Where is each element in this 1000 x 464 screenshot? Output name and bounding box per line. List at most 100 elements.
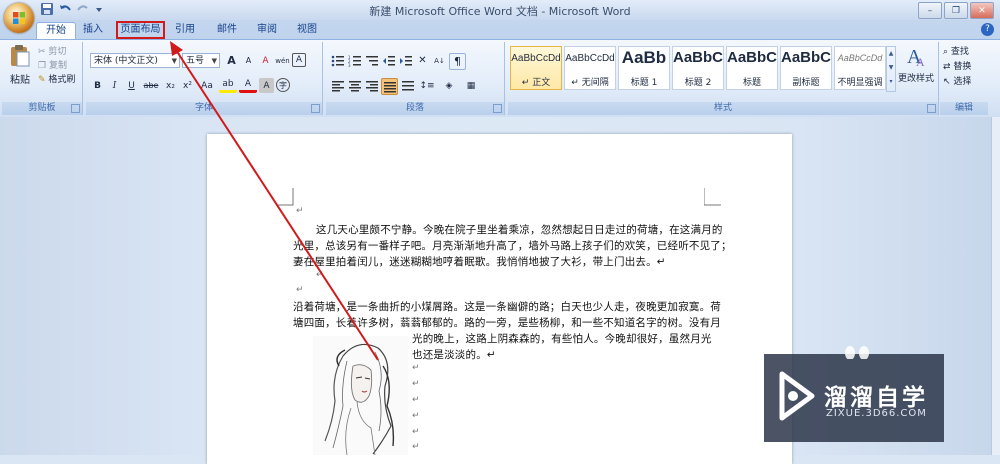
- change-styles-icon: AA: [907, 46, 925, 69]
- chinese-layout-icon[interactable]: ✕: [415, 53, 430, 68]
- style-subtle-emphasis[interactable]: AaBbCcDd 不明显强调: [834, 46, 886, 90]
- tab-insert[interactable]: 插入: [76, 22, 110, 38]
- doc-line-5[interactable]: 塘四面，长着许多树，蓊蓊郁郁的。路的一旁，是些杨柳，和一些不知道名字的树。没有月: [293, 315, 721, 330]
- tab-view[interactable]: 视图: [290, 22, 324, 38]
- distributed-icon[interactable]: [400, 78, 415, 93]
- subscript-button[interactable]: x₂: [163, 78, 178, 93]
- paste-button[interactable]: 粘贴: [7, 44, 33, 88]
- portrait-sketch-image[interactable]: [313, 336, 408, 455]
- change-case-button[interactable]: Aa: [197, 78, 217, 93]
- binoculars-icon: ⌕: [943, 47, 949, 57]
- doc-line-7[interactable]: 也还是淡淡的。↵: [412, 347, 496, 362]
- vertical-scrollbar[interactable]: [991, 117, 1000, 455]
- line-spacing-icon[interactable]: ↕≡: [417, 78, 437, 93]
- watermark-title: 溜溜自学: [824, 385, 928, 411]
- format-painter-button[interactable]: ✎ 格式刷: [38, 73, 75, 87]
- style-normal[interactable]: AaBbCcDd ↵ 正文: [510, 46, 562, 90]
- return-mark: ↵: [316, 270, 324, 280]
- find-button[interactable]: ⌕ 查找: [943, 45, 971, 60]
- doc-line-6[interactable]: 光的晚上，这路上阴森森的，有些怕人。今晚却很好，虽然月光: [412, 331, 712, 346]
- char-border-button[interactable]: A: [292, 53, 306, 67]
- brush-icon: ✎: [38, 75, 46, 85]
- clipboard-launcher-icon[interactable]: [71, 104, 80, 113]
- window-controls: – ❐ ✕: [918, 2, 994, 19]
- tab-page-layout[interactable]: 页面布局: [116, 21, 165, 39]
- style-heading-2[interactable]: AaBbC 标题 2: [672, 46, 724, 90]
- doc-line-2[interactable]: 光里，总该另有一番样子吧。月亮渐渐地升高了，墙外马路上孩子们的欢笑，已经听不见了…: [293, 238, 732, 253]
- font-color-button[interactable]: A: [239, 78, 257, 93]
- superscript-button[interactable]: x²: [180, 78, 195, 93]
- style-sample: AaBb: [621, 48, 667, 67]
- shrink-font-button[interactable]: A: [241, 53, 256, 68]
- shading-icon[interactable]: ◈: [439, 78, 459, 93]
- style-sample: AaBbCcDd: [565, 53, 615, 64]
- replace-icon: ⇄: [943, 62, 951, 72]
- tab-home[interactable]: 开始: [36, 22, 76, 39]
- chevron-down-icon: ▼: [211, 57, 217, 65]
- cursor-icon: ↖: [943, 77, 951, 87]
- cut-label: 剪切: [48, 47, 67, 57]
- window-title: 新建 Microsoft Office Word 文档 - Microsoft …: [369, 5, 631, 18]
- return-mark: ↵: [412, 442, 420, 452]
- style-subtitle[interactable]: AaBbC 副标题: [780, 46, 832, 90]
- tab-review[interactable]: 审阅: [250, 22, 284, 38]
- align-center-icon[interactable]: [347, 78, 362, 93]
- multilevel-list-icon[interactable]: [364, 53, 379, 68]
- watermark-badge: 溜溜自学 ZIXUE.3D66.COM: [764, 354, 944, 442]
- strikethrough-button[interactable]: abe: [141, 78, 161, 93]
- minimize-button[interactable]: –: [918, 2, 942, 19]
- clear-format-button[interactable]: A: [258, 53, 273, 68]
- paste-icon: [11, 45, 30, 67]
- close-button[interactable]: ✕: [970, 2, 994, 19]
- doc-line-4[interactable]: 沿着荷塘，是一条曲折的小煤屑路。这是一条幽僻的路；白天也少人走，夜晚更加寂寞。荷: [293, 299, 721, 314]
- char-shading-button[interactable]: A: [259, 78, 274, 93]
- font-name-select[interactable]: 宋体 (中文正文) ▼: [90, 53, 180, 68]
- tab-mailings[interactable]: 邮件: [210, 22, 244, 38]
- align-left-icon[interactable]: [330, 78, 345, 93]
- styles-scroll[interactable]: ▲ ▼ ▾: [886, 46, 896, 92]
- ribbon-tabs: 开始 插入 页面布局 引用 邮件 审阅 视图 ?: [0, 20, 1000, 39]
- decrease-indent-icon[interactable]: [381, 53, 396, 68]
- help-icon[interactable]: ?: [981, 23, 994, 36]
- style-name: 标题 2: [684, 78, 712, 88]
- font-launcher-icon[interactable]: [311, 104, 320, 113]
- tab-references[interactable]: 引用: [168, 22, 202, 38]
- style-sample: AaBbC: [781, 49, 831, 66]
- styles-launcher-icon[interactable]: [927, 104, 936, 113]
- doc-line-3[interactable]: 妻在屋里拍着闰儿，迷迷糊糊地哼着眠歌。我悄悄地披了大衫，带上门出去。↵: [293, 254, 666, 269]
- font-size-select[interactable]: 五号 ▼: [182, 53, 220, 68]
- maximize-button[interactable]: ❐: [944, 2, 968, 19]
- paragraph-launcher-icon[interactable]: [493, 104, 502, 113]
- highlight-button[interactable]: ab: [219, 78, 237, 93]
- office-button[interactable]: [4, 3, 34, 33]
- replace-button[interactable]: ⇄ 替换: [943, 60, 971, 75]
- font-group: 宋体 (中文正文) ▼ 五号 ▼ A A A wén A B I U abe x₂ …: [86, 42, 323, 115]
- justify-icon[interactable]: [381, 78, 398, 95]
- sort-icon[interactable]: A↓: [432, 53, 447, 68]
- doc-line-1[interactable]: 这几天心里颇不宁静。今晚在院子里坐着乘凉，忽然想起日日走过的荷塘，在这满月的: [316, 222, 723, 237]
- cut-button[interactable]: ✂ 剪切: [38, 45, 75, 59]
- style-title[interactable]: AaBbC 标题: [726, 46, 778, 90]
- select-button[interactable]: ↖ 选择: [943, 75, 971, 90]
- return-mark: ↵: [296, 285, 304, 295]
- style-no-spacing[interactable]: AaBbCcDd ↵ 无间隔: [564, 46, 616, 90]
- numbering-icon[interactable]: 123: [347, 53, 362, 68]
- styles-group-label: 样式: [508, 102, 938, 115]
- enclose-char-button[interactable]: 字: [276, 78, 290, 92]
- copy-button[interactable]: ❐ 复制: [38, 59, 75, 73]
- show-marks-icon[interactable]: ¶: [449, 53, 466, 70]
- underline-button[interactable]: U: [124, 78, 139, 93]
- return-mark: ↵: [412, 427, 420, 437]
- italic-button[interactable]: I: [107, 78, 122, 93]
- grow-font-button[interactable]: A: [224, 53, 239, 68]
- borders-icon[interactable]: ▦: [461, 78, 481, 93]
- align-right-icon[interactable]: [364, 78, 379, 93]
- phonetic-guide-button[interactable]: wén: [275, 53, 290, 68]
- style-heading-1[interactable]: AaBb 标题 1: [618, 46, 670, 90]
- bold-button[interactable]: B: [90, 78, 105, 93]
- change-styles-button[interactable]: AA 更改样式: [896, 44, 936, 84]
- increase-indent-icon[interactable]: [398, 53, 413, 68]
- clipboard-group: 粘贴 ✂ 剪切 ❐ 复制 ✎ 格式刷 剪贴板: [2, 42, 83, 115]
- paste-label: 粘贴: [10, 75, 30, 86]
- bullets-icon[interactable]: [330, 53, 345, 68]
